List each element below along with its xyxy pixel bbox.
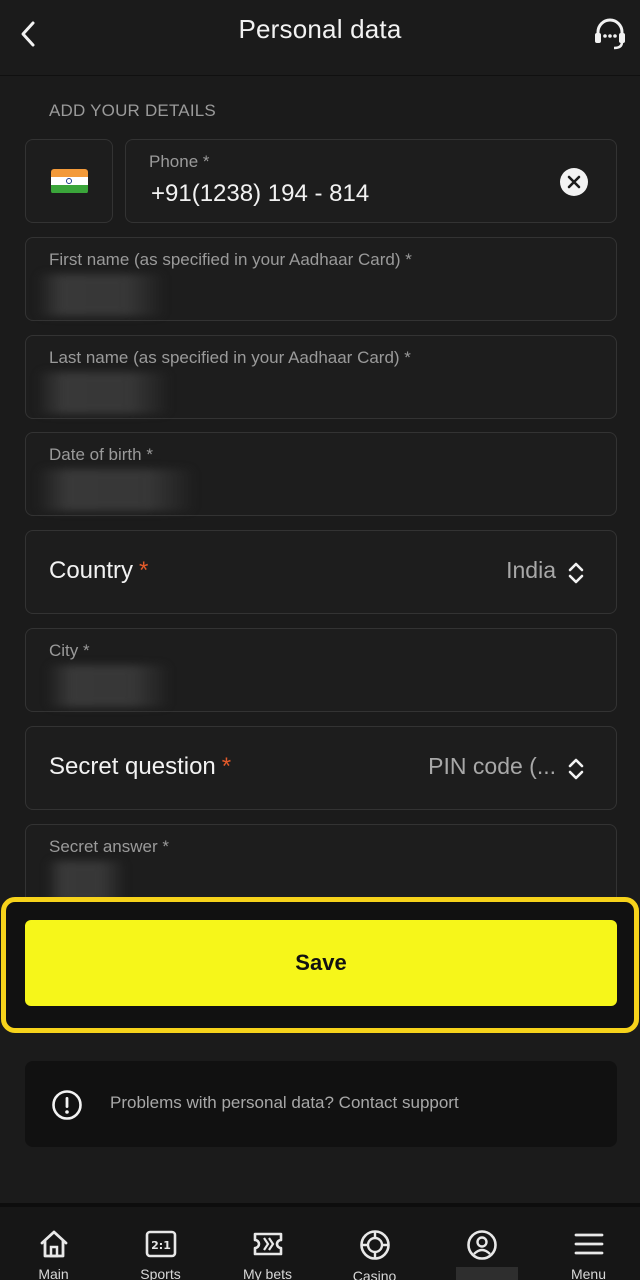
nav-label: Main	[38, 1266, 69, 1280]
top-bar: Personal data	[0, 0, 640, 76]
nav-item-main[interactable]: Main	[0, 1207, 107, 1280]
chevron-updown-icon	[568, 758, 584, 780]
support-button[interactable]	[590, 14, 630, 54]
phone-value[interactable]: +91(1238) 194 - 814	[151, 180, 369, 208]
last-name-label: Last name (as specified in your Aadhaar …	[49, 348, 411, 367]
date-of-birth-field[interactable]: Date of birth *	[25, 432, 617, 516]
ticket-icon	[253, 1232, 282, 1256]
redacted-value	[36, 372, 171, 414]
india-flag-icon	[50, 168, 88, 194]
redacted-value	[46, 665, 171, 707]
page-title: Personal data	[238, 14, 402, 44]
hamburger-icon	[574, 1233, 603, 1255]
headset-icon	[595, 18, 625, 50]
secret-question-label: Secret question *	[49, 753, 232, 780]
section-label: ADD YOUR DETAILS	[49, 101, 216, 120]
secret-answer-label: Secret answer *	[49, 837, 169, 856]
clear-phone-button[interactable]	[560, 168, 588, 196]
country-value: India	[506, 557, 556, 583]
bottom-navigation: Main 2:1 Sports My bets Casino Menu	[0, 1203, 640, 1280]
nav-item-sports[interactable]: 2:1 Sports	[107, 1207, 214, 1280]
nav-label: Casino	[352, 1268, 397, 1280]
nav-item-my-bets[interactable]: My bets	[214, 1207, 321, 1280]
exclamation-circle-icon	[52, 1090, 82, 1120]
redacted-value	[36, 469, 196, 511]
nav-label: Menu	[570, 1266, 607, 1280]
save-button[interactable]: Save	[25, 920, 617, 1006]
nav-item-menu[interactable]: Menu	[535, 1207, 640, 1280]
last-name-field[interactable]: Last name (as specified in your Aadhaar …	[25, 335, 617, 419]
contact-support-link[interactable]: Problems with personal data? Contact sup…	[110, 1093, 459, 1113]
redacted-value	[36, 274, 166, 316]
home-icon	[40, 1230, 67, 1258]
city-label: City *	[49, 641, 90, 660]
chevron-updown-icon	[568, 562, 584, 584]
country-label: Country *	[49, 557, 149, 584]
nav-item-profile[interactable]	[428, 1207, 535, 1280]
phone-field[interactable]: Phone * +91(1238) 194 - 814	[125, 139, 617, 223]
nav-label: Sports	[140, 1266, 181, 1280]
nav-item-casino[interactable]: Casino	[321, 1207, 428, 1280]
secret-question-select[interactable]: Secret question * PIN code (...	[25, 726, 617, 810]
secret-answer-field[interactable]: Secret answer *	[25, 824, 617, 908]
first-name-field[interactable]: First name (as specified in your Aadhaar…	[25, 237, 617, 321]
country-code-selector[interactable]	[25, 139, 113, 223]
clear-icon	[567, 175, 581, 189]
phone-label: Phone *	[149, 152, 210, 171]
chip-icon	[359, 1230, 390, 1260]
profile-icon	[466, 1230, 497, 1260]
dob-label: Date of birth *	[49, 445, 153, 464]
country-select[interactable]: Country * India	[25, 530, 617, 614]
nav-label: My bets	[242, 1266, 292, 1280]
secret-question-value: PIN code (...	[428, 753, 556, 779]
support-notice[interactable]: Problems with personal data? Contact sup…	[25, 1061, 617, 1147]
svg-text:2:1: 2:1	[151, 1239, 171, 1252]
city-field[interactable]: City *	[25, 628, 617, 712]
scoreboard-icon: 2:1	[145, 1230, 176, 1258]
first-name-label: First name (as specified in your Aadhaar…	[49, 250, 412, 269]
